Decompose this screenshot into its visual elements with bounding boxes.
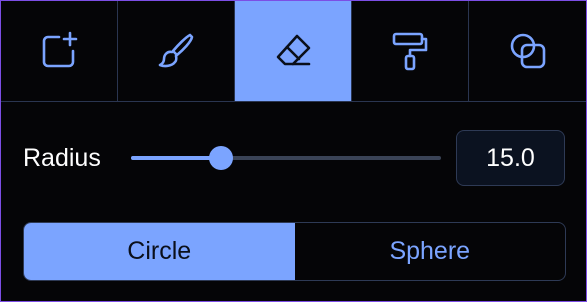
eraser-icon [276,34,311,66]
tool-brush[interactable] [118,1,235,101]
tool-eraser[interactable] [235,1,352,101]
paint-roller-icon [392,32,428,71]
shape-toggle: Circle Sphere [23,222,566,281]
tool-paint-roller[interactable] [352,1,469,101]
brush-icon [158,33,194,68]
tool-overlap[interactable] [469,1,586,101]
overlap-squares-icon [510,33,545,69]
slider-thumb[interactable] [208,146,233,170]
radius-label: Radius [23,144,101,172]
sphere-option[interactable]: Sphere [295,223,566,280]
slider-fill [131,156,221,160]
radius-row: Radius 15.0 [1,102,586,218]
radius-slider[interactable] [129,146,441,170]
radius-value-input[interactable]: 15.0 [456,130,565,186]
tool-add-layer[interactable] [1,1,118,101]
tool-options-panel: Radius 15.0 Circle Sphere [0,0,587,302]
circle-option[interactable]: Circle [24,223,295,280]
tool-toolbar [1,1,586,102]
add-layer-icon [42,31,78,68]
